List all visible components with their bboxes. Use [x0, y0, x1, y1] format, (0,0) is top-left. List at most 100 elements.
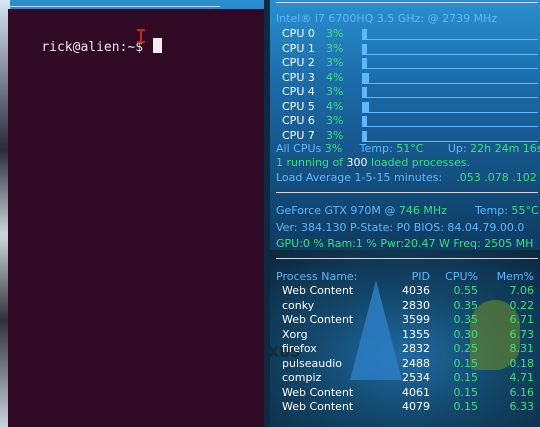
cpu-label: CPU 1: [282, 41, 315, 55]
cpu-percent: 3%: [326, 27, 344, 40]
process-mem: 6.33: [509, 400, 535, 413]
gpu-title: GeForce GTX 970M @: [276, 204, 396, 217]
process-mem: 4.71: [509, 371, 535, 384]
header-process-name: Process Name:: [276, 270, 358, 283]
loaded-text: loaded processes.: [371, 156, 471, 169]
process-name: Web Content: [282, 400, 354, 413]
cpu-percent: 3%: [326, 128, 344, 142]
cpu-label: CPU 3: [282, 70, 315, 84]
process-row: Web Content 4036 0.55 7.06: [276, 284, 540, 299]
cpu-label: CPU 7: [282, 128, 315, 142]
process-pid: 2488: [402, 356, 430, 370]
cpu-label: CPU 2: [282, 56, 315, 69]
temp-label: Temp:: [359, 142, 393, 155]
cpu-percent: 3%: [326, 56, 344, 69]
cpu-usage-fill: [362, 130, 368, 142]
process-cpu: 0.55: [453, 284, 479, 297]
gpu-mhz: 746 MHz: [398, 204, 447, 217]
prompt-text: rick@alien:~$: [41, 40, 151, 55]
gpu-temp-label: Temp:: [474, 204, 508, 217]
process-name: compiz: [282, 371, 322, 384]
process-cpu: 0.30: [453, 327, 479, 341]
process-cpu: 0.15: [453, 385, 479, 399]
process-mem: 7.06: [509, 284, 535, 297]
all-cpus-value: 3%: [324, 142, 343, 155]
load-value: .053 .078 .102: [456, 171, 537, 184]
process-cpu: 0.35: [453, 313, 479, 326]
temp-value: 51°C: [396, 142, 424, 155]
gpu-title-line: GeForce GTX 970M @ 746 MHz Temp: 55°C: [276, 204, 539, 219]
load-average-line: Load Average 1-5-15 minutes: .053 .078 .…: [276, 171, 537, 186]
terminal-edge-shadow: [264, 0, 270, 427]
cpu-usage-bar: [362, 58, 538, 69]
process-pid: 2534: [402, 371, 430, 384]
cpu-row: CPU 5 4%: [282, 100, 538, 114]
header-pid: PID: [411, 270, 430, 283]
process-count: 300: [346, 156, 368, 169]
cpu-usage-fill: [362, 58, 368, 69]
process-row: Web Content 4079 0.15 6.33: [276, 400, 540, 415]
process-mem: 6.16: [509, 385, 535, 399]
conky-system-monitor: Intel® i7 6700HQ 3.5 GHz: @ 2739 MHz CPU…: [276, 0, 540, 427]
cpu-title: Intel® i7 6700HQ 3.5 GHz: @ 2739 MHz: [276, 12, 498, 25]
cpu-row: CPU 2 3%: [282, 56, 538, 70]
process-pid: 4079: [402, 400, 430, 413]
process-name: Web Content: [282, 313, 354, 326]
cpu-label: CPU 5: [282, 99, 315, 113]
cpu-summary-line: All CPUs 3% Temp: 51°C Up: 22h 24m 16s: [276, 142, 540, 157]
process-pid: 1355: [402, 327, 430, 341]
process-mem: 8.31: [509, 342, 535, 355]
process-mem: 0.18: [509, 356, 535, 370]
cpu-row: CPU 4 3%: [282, 85, 538, 99]
cpu-label: CPU 0: [282, 27, 315, 40]
cpu-percent: 3%: [326, 41, 344, 55]
conky-separator: [276, 192, 538, 193]
uptime-value: 22h 24m 16s: [470, 142, 540, 155]
cpu-usage-fill: [362, 29, 368, 40]
conky-separator: [276, 2, 538, 3]
process-cpu: 0.35: [453, 298, 479, 312]
process-pid: 4061: [402, 385, 430, 399]
process-pid: 3599: [402, 313, 430, 326]
conky-separator: [276, 258, 538, 259]
process-cpu: 0.25: [453, 342, 479, 355]
process-name: conky: [282, 298, 315, 312]
process-name: pulseaudio: [282, 356, 342, 370]
header-mem: Mem%: [496, 270, 534, 283]
all-cpus-label: All CPUs: [276, 142, 322, 155]
terminal-top-border: [10, 6, 220, 7]
load-label: Load Average 1-5-15 minutes:: [276, 171, 443, 184]
cpu-usage-bar: [362, 87, 538, 98]
process-cpu: 0.15: [453, 400, 479, 413]
running-text: 1 running of: [276, 156, 344, 169]
process-pid: 2830: [402, 298, 430, 312]
process-name: firefox: [282, 342, 317, 355]
process-row: Web Content 3599 0.35 6.71: [276, 313, 540, 328]
ibeam-cursor-icon: [137, 29, 145, 43]
process-table-header: Process Name: PID CPU% Mem%: [276, 270, 540, 284]
cpu-row: CPU 6 3%: [282, 114, 538, 128]
process-row: conky 2830 0.35 0.22: [276, 299, 540, 314]
cpu-usage-fill: [362, 116, 368, 127]
cpu-percent: 4%: [326, 70, 344, 84]
gpu-temp-value: 55°C: [511, 204, 539, 217]
process-row: Web Content 4061 0.15 6.16: [276, 386, 540, 401]
cpu-usage-bar: [362, 29, 538, 40]
cpu-label: CPU 4: [282, 85, 315, 98]
cpu-usage-bar: [362, 101, 538, 113]
process-cpu: 0.15: [453, 371, 479, 384]
terminal-window[interactable]: rick@alien:~$: [8, 6, 268, 427]
cpu-usage-fill: [362, 43, 368, 55]
cpu-percent: 4%: [326, 99, 344, 113]
process-row: Xorg 1355 0.30 6.73: [276, 328, 540, 343]
cpu-row: CPU 0 3%: [282, 27, 538, 41]
cpu-percent: 3%: [326, 114, 344, 127]
process-row: pulseaudio 2488 0.15 0.18: [276, 357, 540, 372]
processes-line: 1 running of 300 loaded processes.: [276, 156, 470, 171]
process-name: Web Content: [282, 284, 354, 297]
cpu-percent: 3%: [326, 85, 344, 98]
gpu-version-line: Ver: 384.130 P-State: P0 BIOS: 84.04.79.…: [276, 221, 525, 234]
cpu-usage-bar: [362, 130, 538, 142]
cpu-usage-bar: [362, 72, 538, 84]
process-row: firefox 2832 0.25 8.31: [276, 342, 540, 357]
